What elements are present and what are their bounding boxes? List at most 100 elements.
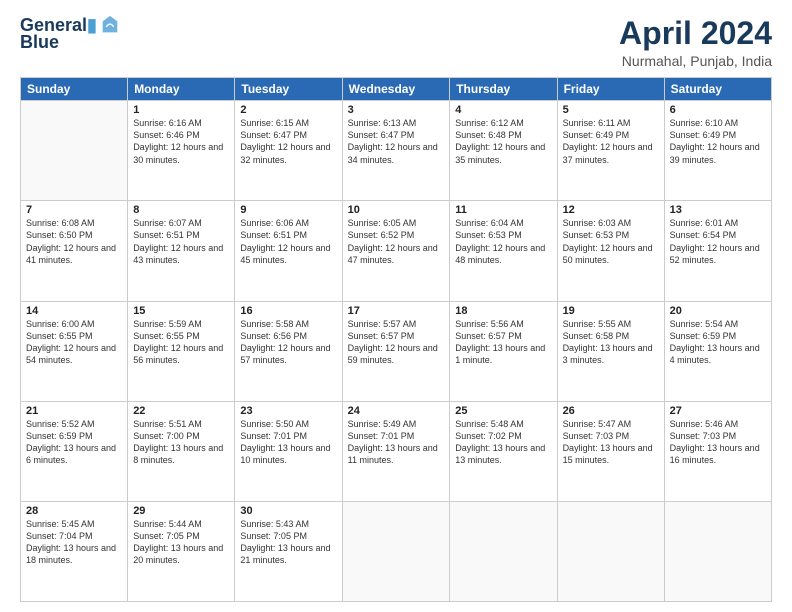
day-info: Sunrise: 6:11 AMSunset: 6:49 PMDaylight:… — [563, 117, 659, 166]
day-number: 15 — [133, 305, 229, 317]
day-number: 10 — [348, 204, 445, 216]
day-number: 14 — [26, 305, 122, 317]
calendar-cell: 19Sunrise: 5:55 AMSunset: 6:58 PMDayligh… — [557, 301, 664, 401]
day-number: 5 — [563, 104, 659, 116]
calendar-cell — [664, 501, 771, 601]
day-number: 25 — [455, 405, 551, 417]
day-info: Sunrise: 5:51 AMSunset: 7:00 PMDaylight:… — [133, 418, 229, 467]
day-info: Sunrise: 5:48 AMSunset: 7:02 PMDaylight:… — [455, 418, 551, 467]
calendar-cell: 10Sunrise: 6:05 AMSunset: 6:52 PMDayligh… — [342, 201, 450, 301]
calendar-cell: 26Sunrise: 5:47 AMSunset: 7:03 PMDayligh… — [557, 401, 664, 501]
calendar-cell: 21Sunrise: 5:52 AMSunset: 6:59 PMDayligh… — [21, 401, 128, 501]
day-number: 21 — [26, 405, 122, 417]
calendar-week-row: 7Sunrise: 6:08 AMSunset: 6:50 PMDaylight… — [21, 201, 772, 301]
day-number: 20 — [670, 305, 766, 317]
day-info: Sunrise: 5:57 AMSunset: 6:57 PMDaylight:… — [348, 318, 445, 367]
calendar-cell: 13Sunrise: 6:01 AMSunset: 6:54 PMDayligh… — [664, 201, 771, 301]
day-number: 8 — [133, 204, 229, 216]
calendar-cell: 22Sunrise: 5:51 AMSunset: 7:00 PMDayligh… — [128, 401, 235, 501]
calendar-cell: 3Sunrise: 6:13 AMSunset: 6:47 PMDaylight… — [342, 101, 450, 201]
day-number: 6 — [670, 104, 766, 116]
calendar-cell: 20Sunrise: 5:54 AMSunset: 6:59 PMDayligh… — [664, 301, 771, 401]
calendar-cell: 6Sunrise: 6:10 AMSunset: 6:49 PMDaylight… — [664, 101, 771, 201]
day-number: 29 — [133, 505, 229, 517]
header-sunday: Sunday — [21, 78, 128, 101]
day-info: Sunrise: 6:13 AMSunset: 6:47 PMDaylight:… — [348, 117, 445, 166]
day-info: Sunrise: 6:15 AMSunset: 6:47 PMDaylight:… — [240, 117, 336, 166]
day-number: 23 — [240, 405, 336, 417]
day-info: Sunrise: 5:45 AMSunset: 7:04 PMDaylight:… — [26, 518, 122, 567]
calendar-cell: 15Sunrise: 5:59 AMSunset: 6:55 PMDayligh… — [128, 301, 235, 401]
weekday-header-row: Sunday Monday Tuesday Wednesday Thursday… — [21, 78, 772, 101]
day-number: 9 — [240, 204, 336, 216]
calendar-cell: 1Sunrise: 6:16 AMSunset: 6:46 PMDaylight… — [128, 101, 235, 201]
day-info: Sunrise: 5:44 AMSunset: 7:05 PMDaylight:… — [133, 518, 229, 567]
logo-icon — [99, 14, 121, 36]
month-title: April 2024 — [619, 16, 772, 51]
calendar-cell: 28Sunrise: 5:45 AMSunset: 7:04 PMDayligh… — [21, 501, 128, 601]
calendar-cell — [21, 101, 128, 201]
day-info: Sunrise: 5:58 AMSunset: 6:56 PMDaylight:… — [240, 318, 336, 367]
calendar-week-row: 28Sunrise: 5:45 AMSunset: 7:04 PMDayligh… — [21, 501, 772, 601]
day-info: Sunrise: 5:55 AMSunset: 6:58 PMDaylight:… — [563, 318, 659, 367]
day-info: Sunrise: 5:46 AMSunset: 7:03 PMDaylight:… — [670, 418, 766, 467]
day-number: 27 — [670, 405, 766, 417]
day-info: Sunrise: 6:01 AMSunset: 6:54 PMDaylight:… — [670, 217, 766, 266]
day-info: Sunrise: 6:00 AMSunset: 6:55 PMDaylight:… — [26, 318, 122, 367]
calendar-cell: 16Sunrise: 5:58 AMSunset: 6:56 PMDayligh… — [235, 301, 342, 401]
calendar-cell: 2Sunrise: 6:15 AMSunset: 6:47 PMDaylight… — [235, 101, 342, 201]
day-number: 28 — [26, 505, 122, 517]
header-thursday: Thursday — [450, 78, 557, 101]
calendar-cell — [450, 501, 557, 601]
day-info: Sunrise: 5:47 AMSunset: 7:03 PMDaylight:… — [563, 418, 659, 467]
header-saturday: Saturday — [664, 78, 771, 101]
day-number: 3 — [348, 104, 445, 116]
day-number: 12 — [563, 204, 659, 216]
day-info: Sunrise: 5:52 AMSunset: 6:59 PMDaylight:… — [26, 418, 122, 467]
calendar-cell: 4Sunrise: 6:12 AMSunset: 6:48 PMDaylight… — [450, 101, 557, 201]
calendar-page: General▮ Blue April 2024 Nurmahal, Punja… — [0, 0, 792, 612]
calendar-cell: 11Sunrise: 6:04 AMSunset: 6:53 PMDayligh… — [450, 201, 557, 301]
calendar-cell: 8Sunrise: 6:07 AMSunset: 6:51 PMDaylight… — [128, 201, 235, 301]
day-info: Sunrise: 5:56 AMSunset: 6:57 PMDaylight:… — [455, 318, 551, 367]
day-number: 11 — [455, 204, 551, 216]
calendar-cell: 17Sunrise: 5:57 AMSunset: 6:57 PMDayligh… — [342, 301, 450, 401]
calendar-cell: 24Sunrise: 5:49 AMSunset: 7:01 PMDayligh… — [342, 401, 450, 501]
day-number: 30 — [240, 505, 336, 517]
day-info: Sunrise: 5:59 AMSunset: 6:55 PMDaylight:… — [133, 318, 229, 367]
calendar-cell — [342, 501, 450, 601]
day-info: Sunrise: 5:43 AMSunset: 7:05 PMDaylight:… — [240, 518, 336, 567]
day-number: 24 — [348, 405, 445, 417]
calendar-cell: 18Sunrise: 5:56 AMSunset: 6:57 PMDayligh… — [450, 301, 557, 401]
calendar-cell: 25Sunrise: 5:48 AMSunset: 7:02 PMDayligh… — [450, 401, 557, 501]
calendar-cell: 29Sunrise: 5:44 AMSunset: 7:05 PMDayligh… — [128, 501, 235, 601]
calendar-cell: 5Sunrise: 6:11 AMSunset: 6:49 PMDaylight… — [557, 101, 664, 201]
header-wednesday: Wednesday — [342, 78, 450, 101]
header-monday: Monday — [128, 78, 235, 101]
calendar-week-row: 1Sunrise: 6:16 AMSunset: 6:46 PMDaylight… — [21, 101, 772, 201]
day-number: 17 — [348, 305, 445, 317]
header-friday: Friday — [557, 78, 664, 101]
calendar-cell: 14Sunrise: 6:00 AMSunset: 6:55 PMDayligh… — [21, 301, 128, 401]
day-info: Sunrise: 6:16 AMSunset: 6:46 PMDaylight:… — [133, 117, 229, 166]
calendar-week-row: 21Sunrise: 5:52 AMSunset: 6:59 PMDayligh… — [21, 401, 772, 501]
calendar-cell: 27Sunrise: 5:46 AMSunset: 7:03 PMDayligh… — [664, 401, 771, 501]
calendar-cell: 7Sunrise: 6:08 AMSunset: 6:50 PMDaylight… — [21, 201, 128, 301]
calendar-cell — [557, 501, 664, 601]
day-number: 4 — [455, 104, 551, 116]
title-block: April 2024 Nurmahal, Punjab, India — [619, 16, 772, 69]
day-info: Sunrise: 6:12 AMSunset: 6:48 PMDaylight:… — [455, 117, 551, 166]
day-info: Sunrise: 6:08 AMSunset: 6:50 PMDaylight:… — [26, 217, 122, 266]
day-number: 19 — [563, 305, 659, 317]
day-info: Sunrise: 6:10 AMSunset: 6:49 PMDaylight:… — [670, 117, 766, 166]
day-number: 22 — [133, 405, 229, 417]
calendar-cell: 23Sunrise: 5:50 AMSunset: 7:01 PMDayligh… — [235, 401, 342, 501]
calendar-cell: 30Sunrise: 5:43 AMSunset: 7:05 PMDayligh… — [235, 501, 342, 601]
day-info: Sunrise: 5:54 AMSunset: 6:59 PMDaylight:… — [670, 318, 766, 367]
day-number: 7 — [26, 204, 122, 216]
day-number: 13 — [670, 204, 766, 216]
day-info: Sunrise: 6:05 AMSunset: 6:52 PMDaylight:… — [348, 217, 445, 266]
day-number: 18 — [455, 305, 551, 317]
calendar-cell: 9Sunrise: 6:06 AMSunset: 6:51 PMDaylight… — [235, 201, 342, 301]
day-info: Sunrise: 6:07 AMSunset: 6:51 PMDaylight:… — [133, 217, 229, 266]
